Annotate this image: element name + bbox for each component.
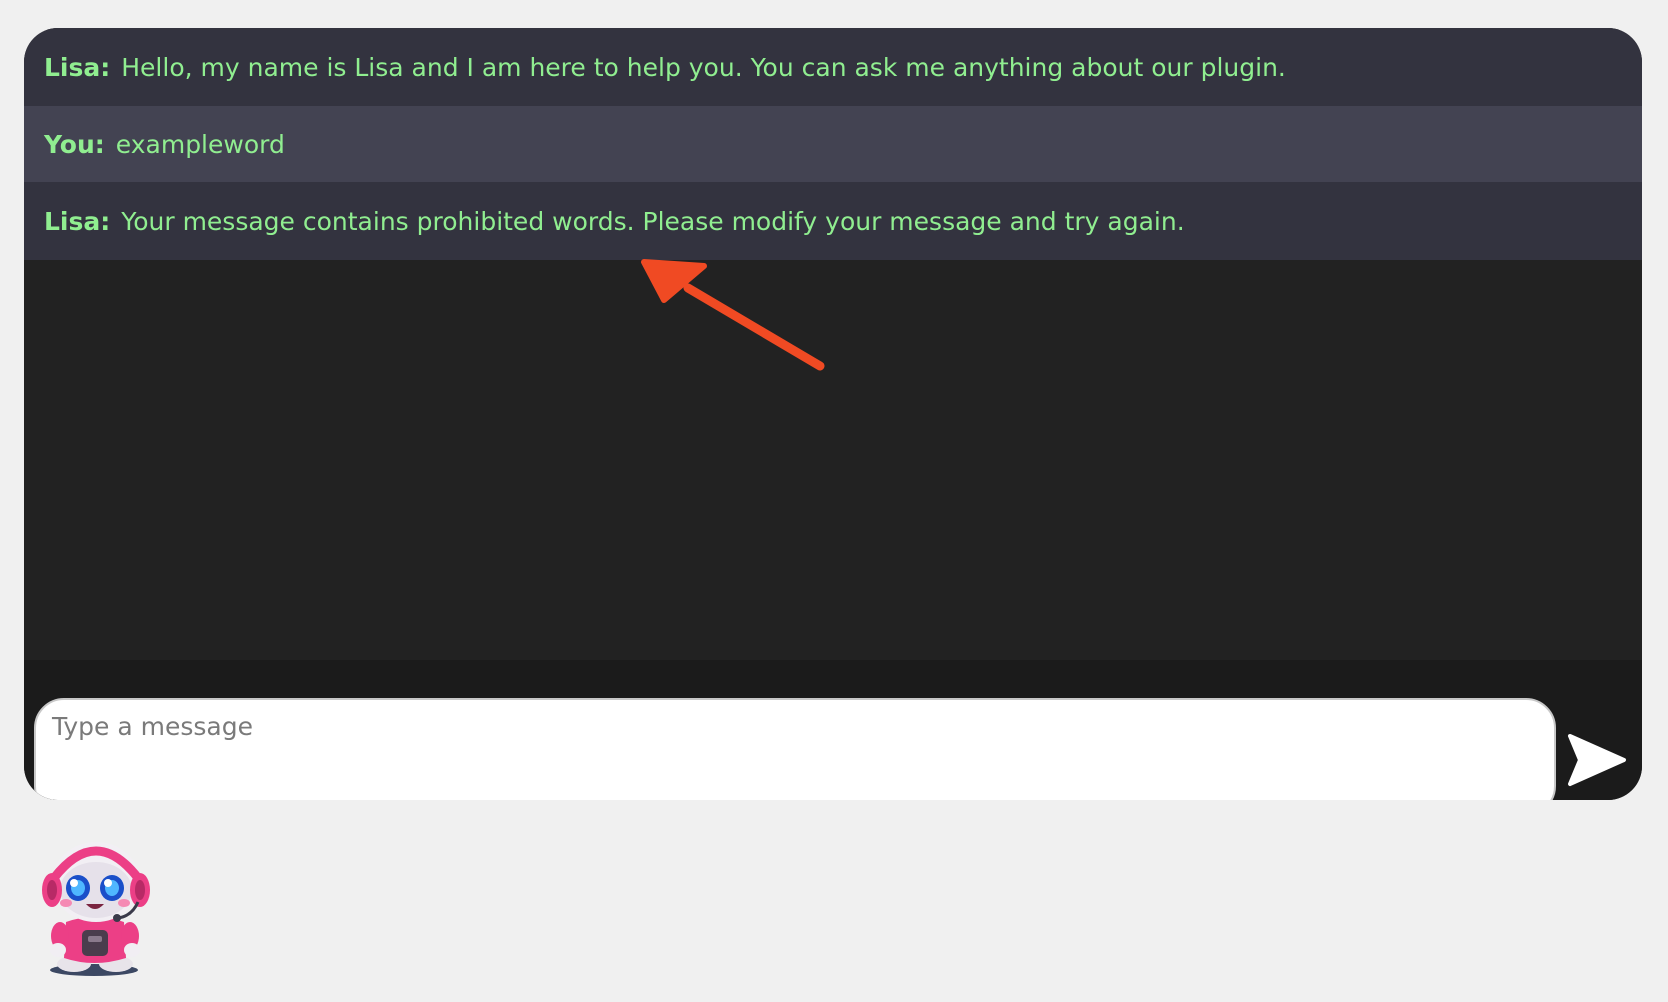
message-input[interactable] (34, 698, 1556, 800)
message-sender: Lisa: (44, 52, 111, 82)
message-row: Lisa: Your message contains prohibited w… (24, 182, 1642, 260)
robot-headset-avatar (42, 842, 150, 976)
message-text: exampleword (115, 129, 285, 159)
message-sender: You: (44, 129, 105, 159)
send-arrow-icon (1568, 734, 1626, 786)
chat-window: Lisa: Hello, my name is Lisa and I am he… (24, 28, 1642, 800)
message-composer (24, 660, 1642, 800)
message-text: Your message contains prohibited words. … (121, 206, 1185, 236)
message-text: Hello, my name is Lisa and I am here to … (121, 52, 1286, 82)
message-sender: Lisa: (44, 206, 111, 236)
message-list: Lisa: Hello, my name is Lisa and I am he… (24, 28, 1642, 660)
message-row: Lisa: Hello, my name is Lisa and I am he… (24, 28, 1642, 106)
message-row: You: exampleword (24, 106, 1642, 182)
send-button[interactable] (1566, 732, 1628, 788)
